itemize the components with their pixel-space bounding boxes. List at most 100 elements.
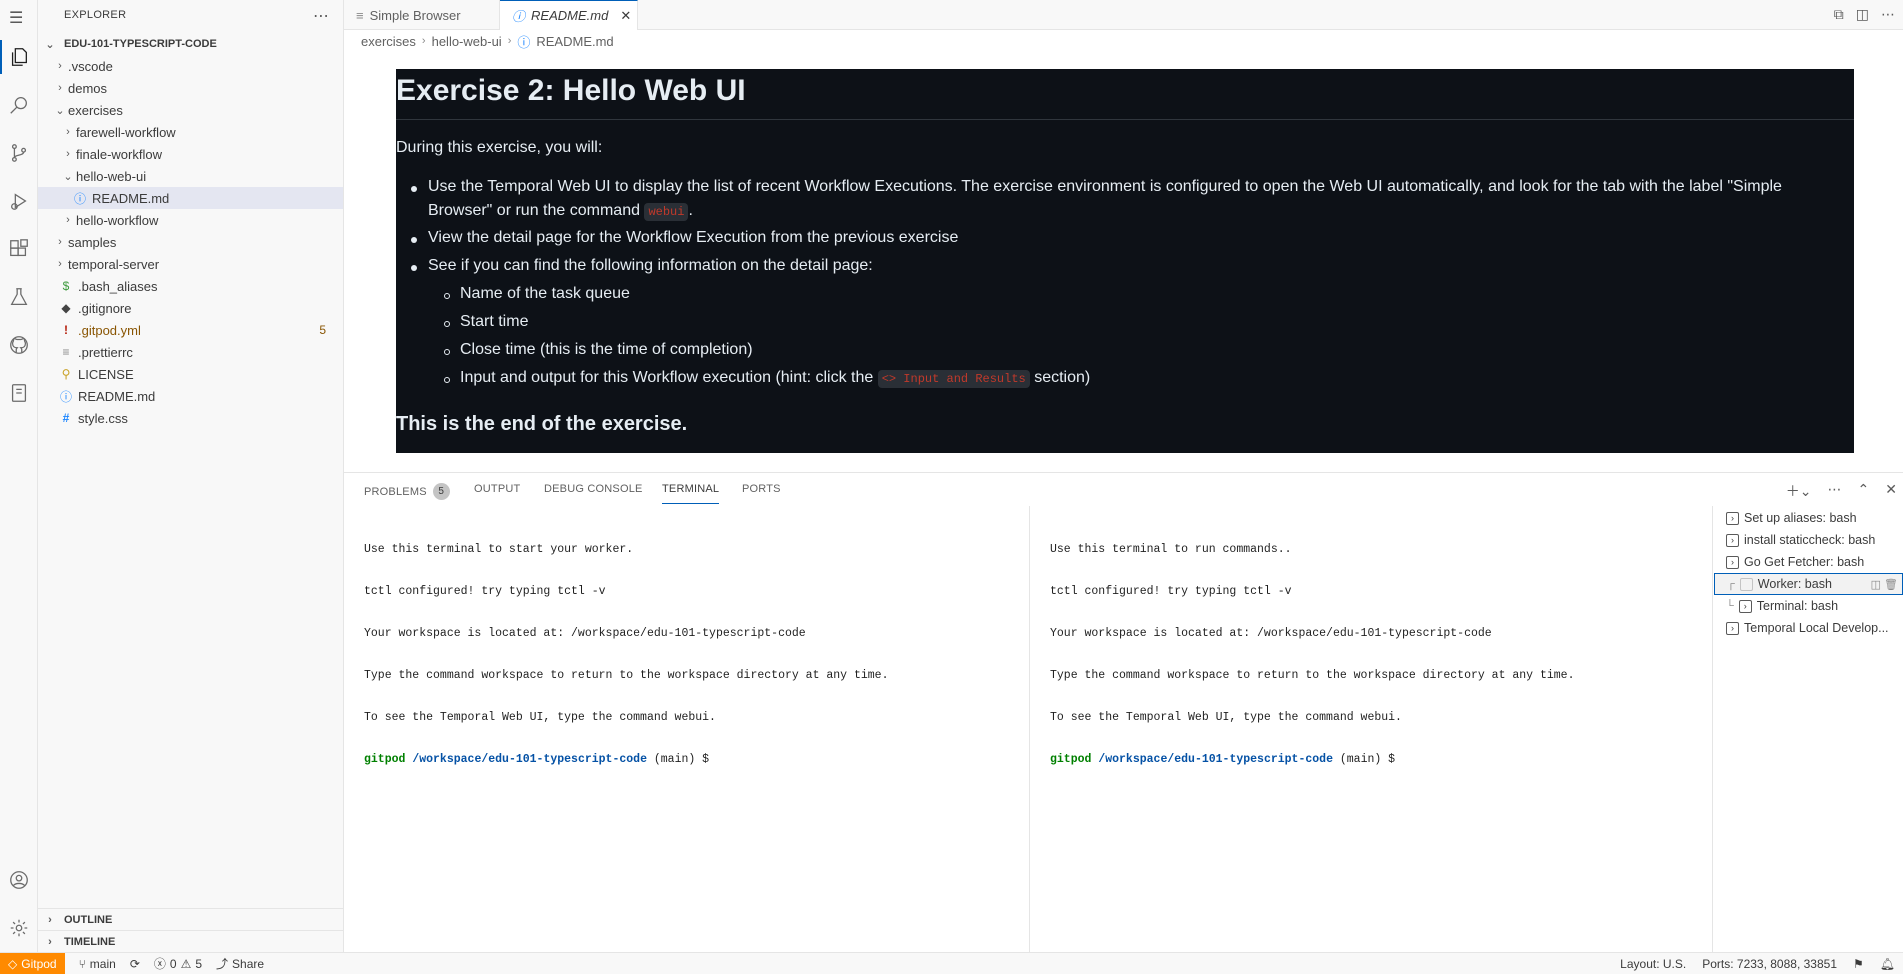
gitpod-label: Gitpod (21, 956, 57, 971)
bullet-dot (411, 237, 417, 243)
more-actions-icon[interactable]: ⋯ (1881, 6, 1895, 23)
tree-item-bash-aliases[interactable]: $ .bash_aliases (38, 275, 343, 297)
tree-item-readme-selected[interactable]: ⓘ README.md (38, 187, 343, 209)
bullet-text: Browser" or run the command (428, 202, 640, 219)
tree-item-farewell-workflow[interactable]: › farewell-workflow (38, 121, 343, 143)
info-icon: ⓘ (512, 9, 526, 24)
chevron-right-icon: › (58, 60, 62, 72)
notifications-bell-icon[interactable]: 🔔︎ (1880, 957, 1895, 971)
tab-label: PROBLEMS (364, 485, 427, 498)
testing-icon[interactable] (8, 286, 30, 308)
bullet-dot (411, 186, 417, 192)
terminal-list-item[interactable]: › Go Get Fetcher: bash (1714, 551, 1903, 573)
terminal-icon: › (1726, 555, 1739, 569)
breadcrumb-item[interactable]: exercises (361, 34, 416, 49)
tab-ports[interactable]: PORTS (742, 483, 781, 495)
tree-item-license[interactable]: ⚲ LICENSE (38, 363, 343, 385)
tree-item-readme[interactable]: ⓘ README.md (38, 385, 343, 407)
close-panel-icon[interactable]: ✕ (1885, 481, 1897, 501)
chevron-right-icon: › (507, 35, 512, 47)
new-terminal-icon[interactable]: ＋⌄ (1786, 481, 1812, 501)
tree-item-hello-workflow[interactable]: › hello-workflow (38, 209, 343, 231)
open-source-icon[interactable]: ⧉ (1834, 6, 1844, 23)
tree-item-label: README.md (92, 190, 170, 206)
file-icon: ≡ (356, 7, 364, 23)
timeline-section[interactable]: › TIMELINE (38, 930, 343, 952)
terminal-list-item[interactable]: › Set up aliases: bash (1714, 507, 1903, 529)
sync-button[interactable]: ⟳ (130, 957, 140, 971)
tab-problems[interactable]: PROBLEMS 5 (364, 483, 450, 500)
terminal-actions-icon[interactable]: ◫ 🗑 (1871, 578, 1902, 591)
tab-debug-console[interactable]: DEBUG CONSOLE (544, 483, 643, 495)
tree-item-demos[interactable]: › demos (38, 77, 343, 99)
tree-item-label: .gitignore (78, 300, 132, 316)
maximize-panel-icon[interactable]: ⌃ (1858, 481, 1870, 501)
terminal-list-item[interactable]: └ › Terminal: bash (1714, 595, 1903, 617)
ports-indicator[interactable]: Ports: 7233, 8088, 33851 (1702, 957, 1837, 971)
tree-item-hello-web-ui[interactable]: ⌄ hello-web-ui (38, 165, 343, 187)
tree-item-label: .bash_aliases (78, 278, 158, 294)
tree-item-prettierrc[interactable]: ≡ .prettierrc (38, 341, 343, 363)
github-icon[interactable] (8, 334, 30, 356)
terminal-split-divider[interactable] (1029, 506, 1030, 956)
warning-icon: ⚠ (180, 956, 192, 971)
tree-item-finale-workflow[interactable]: › finale-workflow (38, 143, 343, 165)
terminal-right[interactable]: Use this terminal to run commands.. tctl… (1050, 515, 1575, 781)
feedback-icon[interactable]: ⚑ (1853, 957, 1864, 971)
explorer-icon[interactable] (8, 46, 30, 68)
terminal-list-item[interactable]: › Temporal Local Develop... (1714, 617, 1903, 639)
problems-indicator[interactable]: ⓧ 0 ⚠ 5 (154, 955, 202, 972)
info-icon: ⓘ (59, 389, 72, 404)
chevron-right-icon: › (58, 258, 62, 270)
tree-item-gitpod-yml[interactable]: ! .gitpod.yml 5 (38, 319, 343, 341)
tree-item-label: finale-workflow (76, 146, 162, 162)
split-editor-icon[interactable]: ◫ (1856, 6, 1869, 23)
workspace-root[interactable]: ⌄ EDU-101-TYPESCRIPT-CODE (42, 36, 216, 52)
tab-simple-browser[interactable]: ≡ Simple Browser (344, 0, 500, 30)
close-icon[interactable]: ✕ (620, 8, 631, 24)
branch-indicator[interactable]: ⑂ main (79, 957, 116, 971)
more-actions-icon[interactable]: ⋯ (1828, 481, 1842, 501)
settings-gear-icon[interactable] (8, 917, 30, 939)
tree-item-temporal-server[interactable]: › temporal-server (38, 253, 343, 275)
breadcrumb-item[interactable]: README.md (536, 34, 613, 49)
terminal-list-item[interactable]: › install staticcheck: bash (1714, 529, 1903, 551)
terminal-line: Use this terminal to run commands.. (1050, 543, 1292, 556)
sub-item-2: Start time (460, 313, 529, 330)
run-debug-icon[interactable] (8, 190, 30, 212)
search-icon[interactable] (8, 94, 30, 116)
outline-section[interactable]: › OUTLINE (38, 908, 343, 930)
tab-terminal[interactable]: TERMINAL (662, 483, 719, 495)
extensions-icon[interactable] (8, 238, 30, 260)
explorer-title: EXPLORER (64, 9, 127, 21)
gitpod-button[interactable]: ◇ Gitpod (0, 952, 65, 974)
tree-item-gitignore[interactable]: ◆ .gitignore (38, 297, 343, 319)
terminal-list-item-active[interactable]: ┌ Worker: bash ◫ 🗑 (1714, 573, 1903, 595)
tab-output[interactable]: OUTPUT (474, 483, 520, 495)
chevron-right-icon: › (66, 148, 70, 160)
status-right: Layout: U.S. Ports: 7233, 8088, 33851 ⚑ … (1620, 953, 1895, 974)
tab-readme[interactable]: ⓘ README.md ✕ (500, 0, 638, 30)
share-button[interactable]: ⤴ Share (216, 955, 264, 972)
terminal-left[interactable]: Use this terminal to start your worker. … (364, 515, 889, 781)
account-icon[interactable] (8, 869, 30, 891)
keyboard-layout[interactable]: Layout: U.S. (1620, 957, 1686, 971)
more-actions-icon[interactable]: ⋯ (313, 6, 329, 26)
tree-item-samples[interactable]: › samples (38, 231, 343, 253)
chevron-right-icon: › (58, 236, 62, 248)
tree-item-vscode[interactable]: › .vscode (38, 55, 343, 77)
panel-actions: ＋⌄ ⋯ ⌃ ✕ (1786, 481, 1897, 501)
tree-item-exercises[interactable]: ⌄ exercises (38, 99, 343, 121)
remote-explorer-icon[interactable] (8, 382, 30, 404)
tree-item-label: hello-workflow (76, 212, 159, 228)
tree-item-style-css[interactable]: # style.css (38, 407, 343, 429)
menu-icon[interactable]: ☰ (9, 8, 23, 28)
chevron-right-icon: › (48, 935, 52, 948)
tree-item-label: .gitpod.yml (78, 322, 141, 338)
bullet-item-1-continued: Browser" or run the command webui. (428, 199, 693, 224)
explorer-sidebar: EXPLORER ⋯ ⌄ EDU-101-TYPESCRIPT-CODE › .… (38, 0, 344, 957)
terminal-prompt: gitpod /workspace/edu-101-typescript-cod… (364, 753, 889, 767)
share-icon: ⤴ (216, 957, 229, 971)
breadcrumb-item[interactable]: hello-web-ui (432, 34, 502, 49)
source-control-icon[interactable] (8, 142, 30, 164)
